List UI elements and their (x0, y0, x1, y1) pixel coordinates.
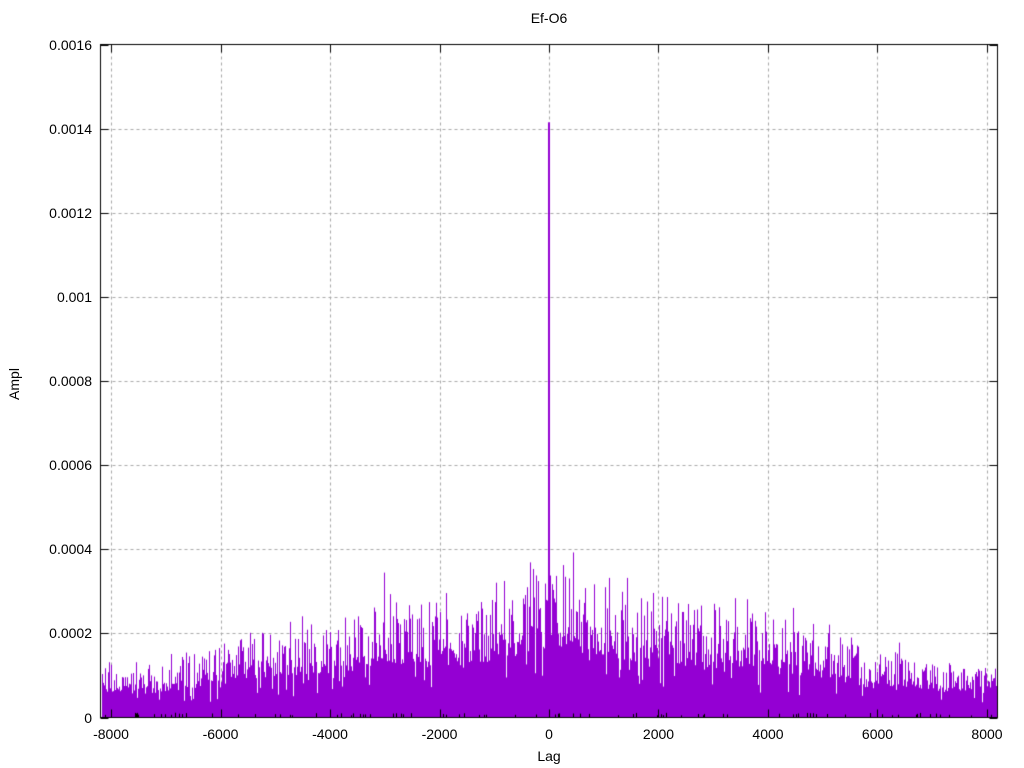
chart-title: Ef-O6 (530, 10, 568, 26)
x-tick-label: 8000 (971, 726, 1003, 742)
y-tick-label: 0.0014 (49, 120, 92, 137)
y-tick-label: 0 (84, 709, 92, 726)
x-tick-label: -4000 (312, 726, 348, 742)
x-tick-label: 4000 (752, 726, 784, 742)
y-tick-label: 0.0016 (49, 36, 92, 53)
x-tick-label: -6000 (202, 726, 239, 742)
impulse-plot-canvas (0, 0, 1024, 768)
y-tick-label: 0.001 (56, 288, 92, 305)
y-tick-label: 0.0006 (49, 457, 92, 474)
x-axis-title: Lag (537, 748, 561, 764)
y-tick-label: 0.0008 (49, 373, 92, 389)
y-tick-label: 0.0002 (49, 625, 92, 642)
x-tick-label: 2000 (642, 726, 675, 742)
x-tick-label: 0 (545, 726, 553, 742)
x-tick-label: -8000 (93, 726, 129, 742)
x-tick-label: 6000 (861, 726, 894, 742)
y-tick-label: 0.0004 (49, 541, 92, 558)
x-tick-label: -2000 (421, 726, 458, 742)
y-tick-label: 0.0012 (49, 204, 92, 221)
chart-figure: Ef-O6 Lag Ampl -8000 -6000 -4000 -2000 0 2000… (0, 0, 1024, 768)
